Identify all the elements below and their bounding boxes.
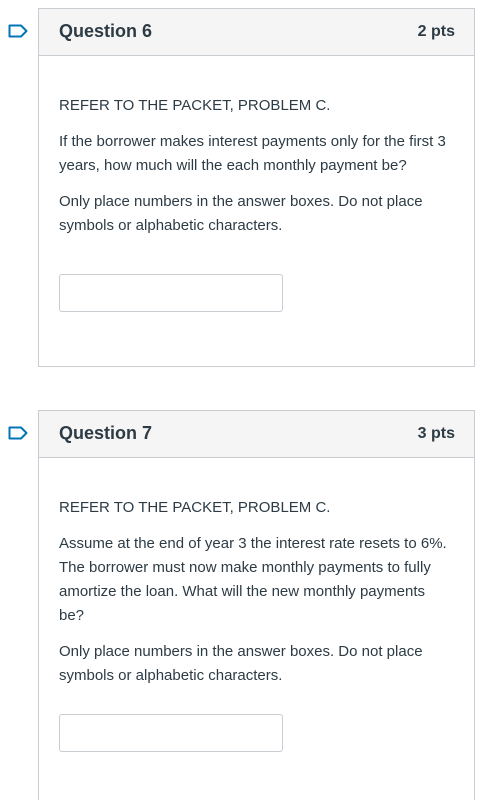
question-header: Question 7 3 pts [39, 411, 474, 458]
flag-question-7-icon[interactable] [8, 426, 28, 440]
question-reference: REFER TO THE PACKET, PROBLEM C. [59, 499, 331, 516]
question-title: Question 7 [59, 423, 153, 443]
answer-input[interactable] [59, 714, 283, 752]
question-text: If the borrower makes interest payments … [59, 133, 446, 174]
question-reference: REFER TO THE PACKET, PROBLEM C. [59, 97, 331, 114]
question-7: Question 7 3 pts REFER TO THE PACKET, PR… [38, 410, 475, 800]
question-title: Question 6 [59, 21, 153, 41]
question-points: 2 pts [417, 23, 455, 40]
question-6: Question 6 2 pts REFER TO THE PACKET, PR… [38, 8, 475, 367]
question-header: Question 6 2 pts [39, 9, 474, 56]
question-body: REFER TO THE PACKET, PROBLEM C. Assume a… [39, 458, 474, 752]
question-body: REFER TO THE PACKET, PROBLEM C. If the b… [39, 56, 474, 312]
question-text: Assume at the end of year 3 the interest… [59, 535, 447, 624]
question-points: 3 pts [417, 425, 455, 442]
flag-question-6-icon[interactable] [8, 24, 28, 38]
question-instructions: Only place numbers in the answer boxes. … [59, 193, 423, 234]
answer-input[interactable] [59, 274, 283, 312]
question-instructions: Only place numbers in the answer boxes. … [59, 643, 423, 684]
